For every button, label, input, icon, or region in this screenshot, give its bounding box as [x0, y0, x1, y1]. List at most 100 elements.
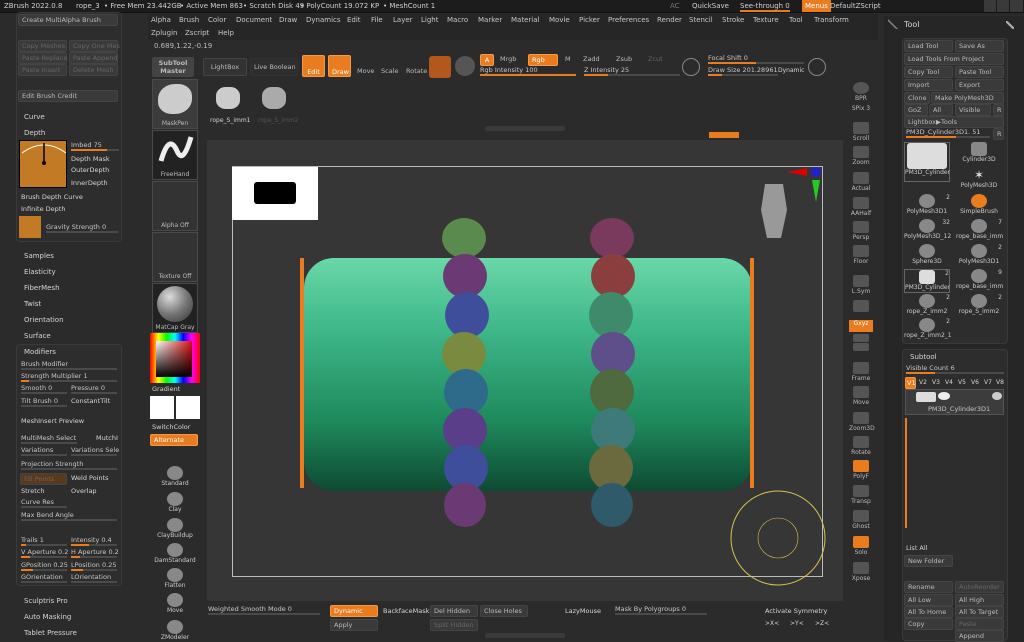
color-picker[interactable] [150, 333, 200, 383]
version-v2-button[interactable]: V2 [919, 379, 927, 386]
rename-button[interactable]: Rename [904, 581, 953, 593]
scroll-button[interactable]: Scroll [849, 122, 873, 144]
save-as-button[interactable]: Save As [955, 40, 1004, 52]
new-folder-button[interactable]: New Folder [904, 555, 953, 567]
brush-modifier-slider[interactable]: Brush Modifier [21, 360, 117, 370]
menu-movie[interactable]: Movie [549, 16, 570, 24]
gxyz-button[interactable]: Gxyz [849, 320, 873, 332]
dynamic-button[interactable]: Dynamic [330, 605, 378, 617]
weld-points-button[interactable]: Weld Points [71, 474, 109, 482]
rotate-mode-button[interactable]: Rotate [403, 55, 427, 77]
maskpen-brush[interactable]: MaskPen [152, 79, 198, 129]
zoom-button[interactable]: Zoom [849, 146, 873, 168]
rope-s-imm1-label[interactable]: rope_S_imm1 [210, 117, 251, 124]
subtool-master-button[interactable]: SubTool Master [152, 57, 194, 77]
orientation-section[interactable]: Orientation [24, 316, 64, 324]
alpha-slot[interactable]: Alpha Off [152, 181, 198, 231]
freehand-stroke[interactable]: FreeHand [152, 130, 198, 180]
stretch-button[interactable]: Stretch [21, 487, 44, 495]
sym-y-button[interactable]: >Y< [790, 620, 804, 627]
all-button[interactable]: All [929, 104, 953, 116]
paste-insert-button[interactable]: Paste Insert [18, 64, 67, 76]
spix-slider[interactable]: SPix 3 [849, 105, 873, 117]
constant-tilt-toggle[interactable]: ConstantTilt [71, 397, 110, 405]
bpr-button[interactable]: BPR [849, 82, 873, 104]
secondary-color-swatch[interactable] [176, 396, 200, 419]
close-icon[interactable] [1010, 0, 1023, 12]
menu-transform[interactable]: Transform [814, 16, 849, 24]
quicksave-button[interactable]: QuickSave [692, 2, 729, 10]
curve-section[interactable]: Curve [24, 113, 45, 121]
all-high-button[interactable]: All High [955, 594, 1004, 606]
viewport-scene[interactable] [207, 140, 843, 601]
intensity-slider[interactable]: Intensity 0.4 [71, 536, 117, 546]
twist-section[interactable]: Twist [24, 300, 41, 308]
menu-brush[interactable]: Brush [179, 16, 199, 24]
menu-render[interactable]: Render [657, 16, 682, 24]
tool-item-sphere3d[interactable]: Sphere3D [904, 244, 950, 268]
make-polymesh-button[interactable]: Make PolyMesh3D [931, 92, 1004, 104]
outer-depth-label[interactable]: OuterDepth [71, 166, 109, 174]
menu-texture[interactable]: Texture [753, 16, 779, 24]
sym-z-button[interactable]: >Z< [815, 620, 829, 627]
del-hidden-button[interactable]: Del Hidden [430, 605, 478, 617]
switchcolor-button[interactable]: SwitchColor [152, 423, 190, 431]
menu-zscript[interactable]: Zscript [185, 29, 209, 37]
menu-stroke[interactable]: Stroke [722, 16, 744, 24]
brush-depth-curve-label[interactable]: Brush Depth Curve [21, 193, 83, 201]
z-intensity-slider[interactable]: Z Intensity 25 [584, 66, 680, 76]
rope-s-imm2-label[interactable]: rope_S_imm2 [258, 117, 299, 124]
apply-button[interactable]: Apply [330, 619, 378, 631]
mask-by-polygroups-slider[interactable]: Mask By Polygroups 0 [615, 605, 707, 615]
see-through-slider[interactable]: See-through 0 [740, 2, 790, 12]
fill-points-button[interactable]: Fill Points [20, 473, 67, 485]
menu-picker[interactable]: Picker [579, 16, 600, 24]
standard-brush[interactable]: Standard [152, 466, 198, 490]
menu-tool[interactable]: Tool [789, 16, 803, 24]
flatten-brush[interactable]: Flatten [152, 568, 198, 592]
visibility-eye-icon[interactable] [938, 392, 950, 400]
variations-select-slider[interactable]: Variations Sele [71, 446, 119, 456]
version-v6-button[interactable]: V6 [971, 379, 979, 386]
edit-brush-credit-button[interactable]: Edit Brush Credit [18, 90, 118, 102]
xpose-button[interactable]: Xpose [849, 562, 873, 584]
paste-subtool-button[interactable]: Paste [955, 618, 1004, 630]
mutch-label[interactable]: MutchI [96, 434, 118, 442]
tablet-pressure-section[interactable]: Tablet Pressure [24, 629, 77, 637]
version-v1-button[interactable]: V1 [905, 377, 916, 389]
transp-button[interactable]: Transp [849, 485, 873, 507]
tool-item-polymesh3d1-b[interactable]: PolyMesh3D1 2 [956, 244, 1002, 268]
document-canvas[interactable] [207, 140, 843, 601]
aahalf-button[interactable]: AAHalf [849, 197, 873, 219]
load-tools-from-project-button[interactable]: Load Tools From Project [904, 53, 1004, 65]
menus-button[interactable]: Menus [802, 0, 831, 12]
menu-zplugin[interactable]: Zplugin [151, 29, 177, 37]
overlap-button[interactable]: Overlap [71, 487, 97, 495]
menu-file[interactable]: File [371, 16, 383, 24]
r-button[interactable]: R [993, 104, 1004, 116]
close-holes-button[interactable]: Close Holes [480, 605, 528, 617]
paste-append-button[interactable]: Paste Append [69, 52, 118, 64]
local-button[interactable] [849, 300, 873, 316]
list-all-button[interactable]: List All [906, 544, 928, 552]
actual-button[interactable]: Actual [849, 172, 873, 194]
export-button[interactable]: Export [955, 79, 1004, 91]
m-button[interactable]: M [562, 54, 576, 64]
trails-slider[interactable]: Trails 1 [21, 536, 67, 546]
rgb-button[interactable]: Rgb [528, 54, 558, 66]
alternate-button[interactable]: Alternate [150, 434, 198, 446]
tool-r-button[interactable]: R [993, 128, 1004, 140]
clay-brush[interactable]: Clay [152, 492, 198, 516]
draw-mode-button[interactable]: Draw [328, 55, 351, 77]
pressure-slider[interactable]: Pressure 0 [71, 384, 117, 394]
goz-button[interactable]: GoZ [904, 104, 928, 116]
copy-one-mesh-button[interactable]: Copy One Mes [69, 40, 120, 52]
tilt-brush-slider[interactable]: Tilt Brush 0 [21, 397, 67, 407]
visible-button[interactable]: Visible [955, 104, 991, 116]
weighted-smooth-slider[interactable]: Weighted Smooth Mode 0 [208, 605, 320, 615]
version-v8-button[interactable]: V8 [996, 379, 1004, 386]
subtool-scroll-indicator[interactable] [905, 418, 907, 528]
gorientation-slider[interactable]: GOrientation [21, 573, 67, 583]
gposition-slider[interactable]: GPosition 0.25 [21, 561, 68, 571]
lightbox-button[interactable]: LightBox [203, 58, 247, 76]
